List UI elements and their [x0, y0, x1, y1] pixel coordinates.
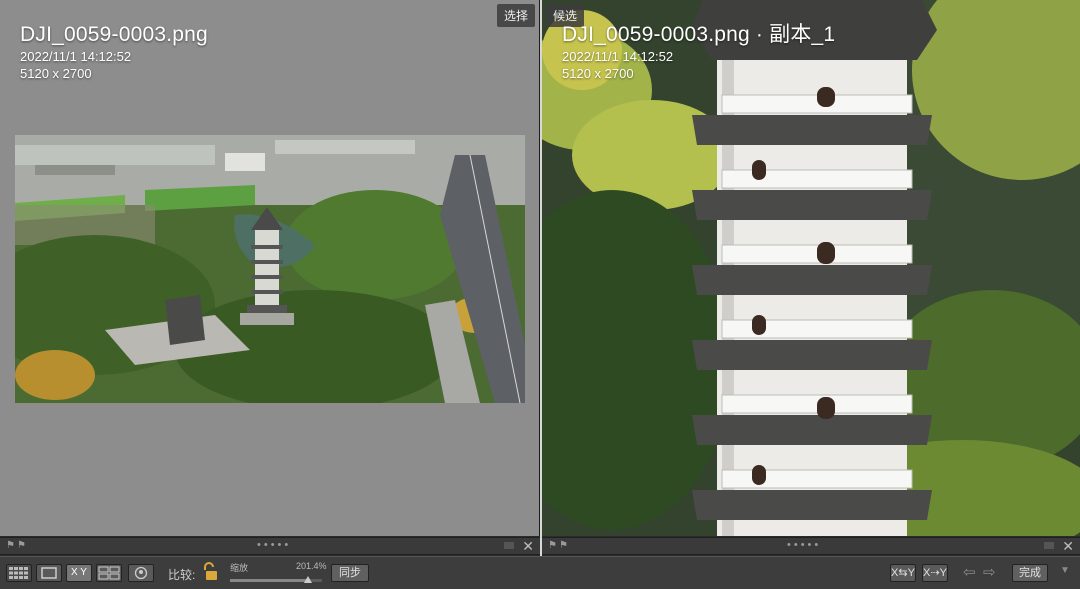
toolbar-menu-icon[interactable]: ▼ — [1060, 565, 1070, 576]
select-dimensions: 5120 x 2700 — [20, 66, 92, 81]
grid-icon — [9, 567, 28, 579]
zoom-value: 201.4% — [296, 561, 327, 571]
done-button[interactable]: 完成 — [1012, 564, 1048, 582]
compare-view-button[interactable]: X Y — [66, 564, 92, 582]
swap-button[interactable]: X⇆Y — [890, 564, 916, 582]
panel-toggle-icon[interactable] — [504, 542, 514, 549]
select-pane-footer: ⚑⚑ ••••• ✕ — [0, 537, 540, 555]
select-photo[interactable] — [15, 135, 525, 403]
candidate-pane-footer: ⚑⚑ ••••• ✕ — [542, 537, 1080, 555]
candidate-metadata: DJI_0059-0003.png · 副本_1 2022/11/1 14:12… — [562, 22, 835, 82]
zoom-label: 缩放 — [230, 563, 249, 573]
grid-view-button[interactable] — [6, 564, 32, 582]
lock-icon[interactable] — [200, 562, 220, 582]
close-icon[interactable]: ✕ — [522, 538, 534, 555]
compare-label: 比较: — [168, 568, 196, 582]
sync-button[interactable]: 同步 — [331, 564, 369, 582]
panel-toggle-icon[interactable] — [1044, 542, 1054, 549]
flag-icon[interactable]: ⚑⚑ — [6, 540, 28, 551]
loupe-icon — [41, 567, 57, 579]
arrow-right-icon[interactable]: ⇨ — [983, 563, 996, 581]
people-view-button[interactable] — [128, 564, 154, 582]
resize-handle[interactable]: ••••• — [787, 539, 821, 551]
loupe-view-button[interactable] — [36, 564, 62, 582]
arrow-left-icon[interactable]: ⇦ — [963, 563, 976, 581]
survey-view-button[interactable] — [96, 564, 122, 582]
select-pane[interactable]: 选择 DJI_0059-0003.png 2022/11/1 14:12:52 … — [0, 0, 540, 536]
close-icon[interactable]: ✕ — [1062, 538, 1074, 555]
resize-handle[interactable]: ••••• — [257, 539, 291, 551]
bottom-toolbar: X Y 比较: 缩放 201.4% 同步 X⇆Y X⇢Y ⇦ ⇨ 完成 ▼ — [0, 556, 1080, 589]
candidate-pane[interactable]: 候选 DJI_0059-0003.png · 副本_1 2022/11/1 14… — [542, 0, 1080, 536]
select-tag: 选择 — [496, 4, 535, 27]
candidate-dimensions: 5120 x 2700 — [562, 66, 634, 81]
select-datetime: 2022/11/1 14:12:52 — [20, 49, 132, 64]
candidate-filename: DJI_0059-0003.png · 副本_1 — [562, 23, 836, 46]
survey-icon — [98, 566, 120, 580]
zoom-slider-thumb[interactable] — [304, 576, 313, 583]
make-select-button[interactable]: X⇢Y — [922, 564, 948, 582]
zoom-slider[interactable] — [230, 576, 322, 583]
select-filename: DJI_0059-0003.png — [20, 23, 208, 46]
select-metadata: DJI_0059-0003.png 2022/11/1 14:12:52 512… — [20, 22, 208, 82]
flag-icon[interactable]: ⚑⚑ — [548, 540, 570, 551]
people-icon — [134, 566, 148, 580]
candidate-datetime: 2022/11/1 14:12:52 — [562, 49, 674, 64]
